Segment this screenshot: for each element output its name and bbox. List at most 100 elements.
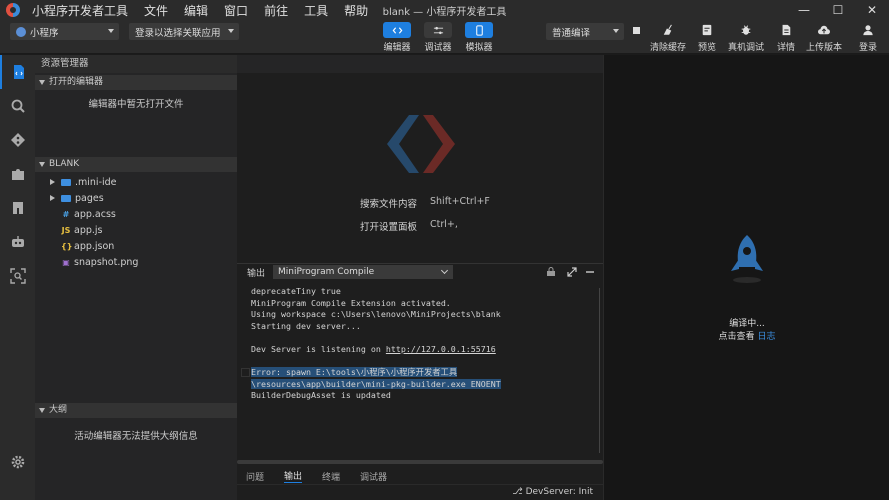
compile-mode-value: 普通编译 [552,27,591,39]
debugger-toggle-label: 调试器 [424,43,452,53]
tree-item-app-json[interactable]: {} app.json [35,238,237,254]
robot-activity-icon[interactable] [0,225,35,259]
explorer-panel: 资源管理器 打开的编辑器 编辑器中暂无打开文件 BLANK .mini-ide … [35,55,237,500]
chevron-down-icon [228,29,234,33]
open-editors-header-label: 打开的编辑器 [49,77,104,87]
console-line: Error: spawn E:\tools\小程序\小程序开发者工具 [251,367,501,379]
maximize-panel-icon[interactable] [567,267,577,277]
maximize-icon[interactable]: ☐ [821,0,855,20]
tree-item-pages[interactable]: pages [35,190,237,206]
debugger-toggle-button[interactable]: 调试器 [418,22,458,53]
activity-bar [0,55,35,500]
simulator-toggle-button[interactable]: 模拟器 [459,22,499,53]
error-line-selected: \resources\app\builder\mini-pkg-builder.… [251,378,501,389]
tree-item-label: snapshot.png [74,256,139,268]
search-files-shortcut: Shift+Ctrl+F [430,196,490,207]
preview-button[interactable]: 预览 [693,22,721,53]
remote-debug-button[interactable]: 真机调试 [726,22,766,53]
menu-help[interactable]: 帮助 [344,2,368,19]
extensions-activity-icon[interactable] [0,157,35,191]
upload-label: 上传版本 [805,43,842,53]
output-channel-value: MiniProgram Compile [278,267,375,277]
app-select-value: 登录以选择关联应用 [135,27,221,39]
chevron-right-icon [50,195,55,201]
simulator-panel: 编译中... 点击查看 日志 [603,55,889,500]
tree-item-mini-ide[interactable]: .mini-ide [35,174,237,190]
minimize-panel-icon[interactable] [585,267,595,277]
lock-scroll-icon[interactable] [546,267,556,277]
details-label: 详情 [776,43,795,53]
miniprogram-icon [16,26,26,37]
git-activity-icon[interactable] [0,123,35,157]
dev-server-url-link[interactable]: http://127.0.0.1:55716 [386,344,496,354]
chevron-right-icon [50,179,55,185]
outline-header-label: 大纲 [49,405,68,415]
console-line: deprecateTiny true [251,286,341,296]
output-channel-select[interactable]: MiniProgram Compile [273,265,453,279]
explorer-activity-icon[interactable] [0,55,35,89]
console-line: \resources\app\builder\mini-pkg-builder.… [251,378,501,391]
console-line: Starting dev server... [251,320,361,331]
user-icon [863,25,873,36]
file-tree: .mini-ide pages # app.acss JS app.js {} … [35,174,237,270]
clear-cache-button[interactable]: 清除缓存 [649,22,687,53]
stop-icon[interactable] [633,27,640,34]
dev-server-status[interactable]: ⎇ DevServer: Init [512,487,593,497]
cloud-upload-icon [818,25,830,35]
components-activity-icon[interactable] [0,191,35,225]
horizontal-scrollbar[interactable] [237,460,603,464]
login-button[interactable]: 登录 [855,22,881,53]
close-icon[interactable]: ✕ [855,0,889,20]
login-label: 登录 [858,43,877,53]
menu-bar: 小程序开发者工具 文件 编辑 窗口 前往 工具 帮助 [32,2,368,19]
scan-activity-icon[interactable] [0,259,35,293]
search-activity-icon[interactable] [0,89,35,123]
log-link[interactable]: 日志 [757,332,775,342]
tree-item-app-acss[interactable]: # app.acss [35,206,237,222]
tab-output[interactable]: 输出 [284,469,303,483]
open-settings-shortcut: Ctrl+, [430,219,458,230]
project-select[interactable]: 小程序 [10,23,119,40]
chevron-down-icon [39,162,45,167]
editor-toggle-button[interactable]: 编辑器 [377,22,417,53]
console-line: Dev Server is listening on http://127.0.… [251,344,501,356]
menu-edit[interactable]: 编辑 [184,2,208,19]
tree-item-label: app.js [74,224,103,236]
app-select[interactable]: 登录以选择关联应用 [129,23,239,40]
editor-toggle-label: 编辑器 [383,43,411,53]
tree-item-app-js[interactable]: JS app.js [35,222,237,238]
outline-header[interactable]: 大纲 [35,403,237,418]
phone-icon [475,24,483,36]
editor-area: 搜索文件内容 Shift+Ctrl+F 打开设置面板 Ctrl+, [237,55,603,263]
project-header[interactable]: BLANK [35,157,237,172]
tree-item-snapshot[interactable]: ▣ snapshot.png [35,254,237,270]
details-button[interactable]: 详情 [773,22,799,53]
folder-icon [61,194,71,202]
vertical-scrollbar[interactable] [599,288,600,453]
outline-empty: 活动编辑器无法提供大纲信息 [74,431,198,442]
tab-terminal[interactable]: 终端 [322,470,340,483]
app-logo-icon [6,3,20,17]
settings-gear-icon[interactable] [0,445,35,479]
menu-app[interactable]: 小程序开发者工具 [32,2,128,19]
sliders-icon [433,26,443,34]
upload-button[interactable]: 上传版本 [805,22,843,53]
compile-mode-select[interactable]: 普通编译 [546,23,624,40]
menu-go[interactable]: 前往 [264,2,288,19]
minimize-icon[interactable]: — [787,0,821,20]
tree-item-label: .mini-ide [75,176,117,188]
tab-debugger[interactable]: 调试器 [360,470,387,483]
console-line: BuilderDebugAsset is updated [251,390,391,401]
clear-cache-label: 清除缓存 [649,43,686,53]
tree-item-label: app.acss [74,208,116,220]
tab-problems[interactable]: 问题 [246,470,264,483]
tree-item-label: app.json [74,240,115,252]
remote-debug-label: 真机调试 [727,43,764,53]
explorer-title: 资源管理器 [35,55,237,73]
menu-file[interactable]: 文件 [144,2,168,19]
open-editors-header[interactable]: 打开的编辑器 [35,75,237,90]
menu-tools[interactable]: 工具 [304,2,328,19]
menu-window[interactable]: 窗口 [224,2,248,19]
